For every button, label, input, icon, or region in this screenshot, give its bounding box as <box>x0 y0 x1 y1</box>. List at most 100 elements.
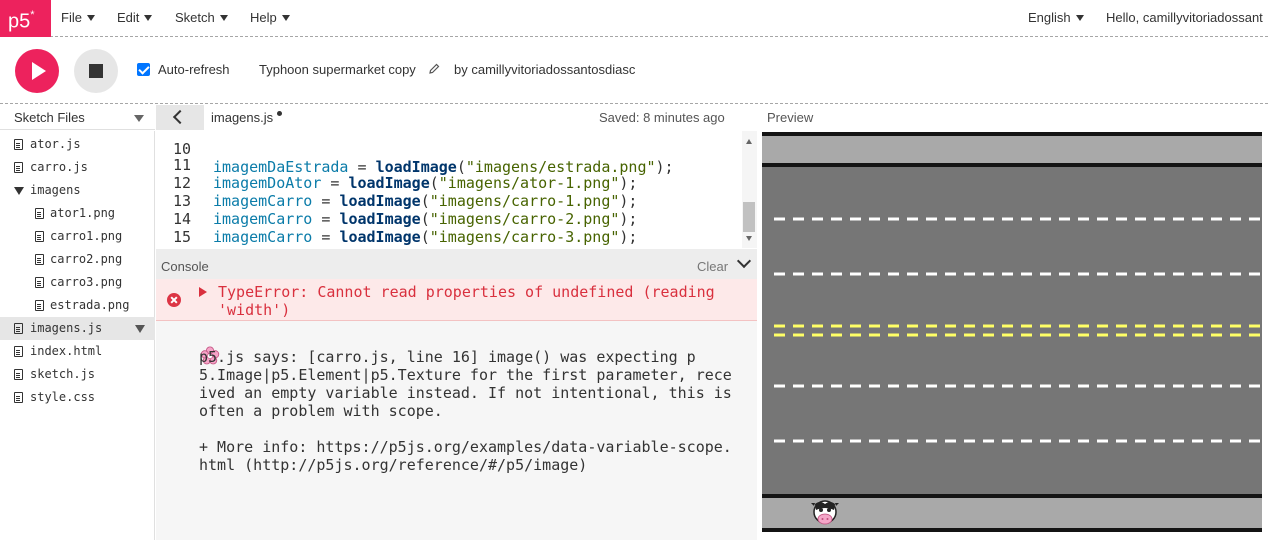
file-item-carro3-png[interactable]: carro3.png <box>0 271 155 294</box>
lane-dash <box>812 217 823 221</box>
collapse-sidebar-button[interactable] <box>156 105 204 130</box>
lane-dash <box>964 333 975 337</box>
stop-button[interactable] <box>74 49 118 93</box>
file-item-estrada-png[interactable]: estrada.png <box>0 294 155 317</box>
lane-dash <box>888 217 899 221</box>
file-item-ator-js[interactable]: ator.js <box>0 133 155 156</box>
bottom-sidewalk <box>762 496 1262 532</box>
file-label: ator1.png <box>50 206 116 220</box>
menu-file[interactable]: File <box>61 0 95 36</box>
auto-refresh-label[interactable]: Auto-refresh <box>158 62 230 77</box>
lane-dash <box>1059 333 1070 337</box>
lane-dash <box>1078 217 1089 221</box>
console-clear-button[interactable]: Clear <box>697 259 728 274</box>
lane-dash <box>1059 324 1070 328</box>
lane-dash <box>888 324 899 328</box>
code-line[interactable]: 16 } <box>156 228 746 249</box>
menu-help[interactable]: Help <box>250 0 290 36</box>
lane-dash <box>812 272 823 276</box>
p5-logo[interactable]: p5* <box>0 0 51 37</box>
lane-dash <box>1002 384 1013 388</box>
file-options-triangle-icon[interactable] <box>135 325 145 333</box>
sketch-files-header[interactable]: Sketch Files <box>0 105 155 130</box>
error-icon <box>167 293 181 307</box>
file-item-style-css[interactable]: style.css <box>0 386 155 409</box>
pencil-icon[interactable] <box>428 63 440 75</box>
editor-scrollbar[interactable] <box>742 131 757 248</box>
code-line[interactable]: 13 imagemCarro = loadImage("imagens/carr… <box>156 174 746 228</box>
lane-dash <box>1230 272 1241 276</box>
file-icon <box>35 231 44 242</box>
file-item-carro1-png[interactable]: carro1.png <box>0 225 155 248</box>
scroll-up-arrow-icon[interactable] <box>746 139 752 144</box>
folder-label: imagens <box>30 183 81 197</box>
console-friendly-error: p5.js says: [carro.js, line 16] image() … <box>199 348 732 474</box>
code-line[interactable]: 15 <box>156 210 746 246</box>
lane-dash <box>1230 384 1241 388</box>
language-menu[interactable]: English <box>1028 0 1084 36</box>
language-label: English <box>1028 10 1071 25</box>
play-button[interactable] <box>15 49 59 93</box>
preview-canvas[interactable] <box>762 132 1262 532</box>
menu-edit[interactable]: Edit <box>117 0 153 36</box>
file-icon <box>14 323 23 334</box>
file-item-sketch-js[interactable]: sketch.js <box>0 363 155 386</box>
lane-dash <box>850 333 861 337</box>
scroll-down-arrow-icon[interactable] <box>746 236 752 241</box>
lane-dash <box>1192 439 1203 443</box>
sketch-author[interactable]: by camillyvitoriadossantosdiasc <box>454 62 635 77</box>
top-sidewalk <box>762 132 1262 166</box>
lane-dash <box>1211 384 1222 388</box>
lane-dash <box>831 384 842 388</box>
lane-dash <box>1135 439 1146 443</box>
lane-dash <box>964 324 975 328</box>
lane-dash <box>831 324 842 328</box>
lane-dash <box>774 439 785 443</box>
folder-item-imagens[interactable]: imagens <box>0 179 155 202</box>
lane-dash <box>1078 333 1089 337</box>
lane-dash <box>1192 324 1203 328</box>
lane-dash <box>1116 384 1127 388</box>
lane-dash <box>1078 439 1089 443</box>
lane-dash <box>1021 333 1032 337</box>
lane-dash <box>1154 384 1165 388</box>
toolbar: Auto-refresh Typhoon supermarket copy by… <box>0 37 1268 104</box>
file-icon <box>14 162 23 173</box>
lane-dash <box>1154 217 1165 221</box>
lane-dash <box>1173 384 1184 388</box>
code-line[interactable]: 14 imagemCarro = loadImage("imagens/carr… <box>156 192 746 246</box>
menu-edit-label: Edit <box>117 10 140 25</box>
file-item-carro2-png[interactable]: carro2.png <box>0 248 155 271</box>
file-label: style.css <box>30 390 96 404</box>
code-line[interactable]: 11 imagemDoAtor = loadImage("imagens/ato… <box>156 138 746 192</box>
triangle-down-icon[interactable] <box>134 115 144 122</box>
file-label: carro2.png <box>50 252 123 266</box>
expand-triangle-icon[interactable] <box>199 287 207 297</box>
file-item-imagens-js[interactable]: imagens.js <box>0 317 155 340</box>
menu-sketch[interactable]: Sketch <box>175 0 228 36</box>
file-item-carro-js[interactable]: carro.js <box>0 156 155 179</box>
lane-dash <box>983 217 994 221</box>
lane-dash <box>945 384 956 388</box>
lane-dash <box>1211 439 1222 443</box>
lane-dash <box>1059 217 1070 221</box>
scroll-thumb[interactable] <box>743 202 755 232</box>
lane-dash <box>1173 272 1184 276</box>
code-line[interactable]: 12 imagemCarro = loadImage("imagens/carr… <box>156 156 746 210</box>
lane-dash <box>1173 324 1184 328</box>
lane-dash <box>1040 439 1051 443</box>
folder-open-triangle-icon[interactable] <box>14 187 24 195</box>
file-item-index-html[interactable]: index.html <box>0 340 155 363</box>
file-item-ator1-png[interactable]: ator1.png <box>0 202 155 225</box>
auto-refresh-checkbox[interactable] <box>137 63 150 76</box>
lane-dash <box>888 272 899 276</box>
bottom-road-edge-line <box>762 494 1262 498</box>
sketch-name[interactable]: Typhoon supermarket copy <box>259 62 416 77</box>
lane-dash <box>1116 272 1127 276</box>
chevron-down-icon[interactable] <box>736 253 752 269</box>
lane-dash <box>1040 272 1051 276</box>
file-icon <box>35 300 44 311</box>
code-editor[interactable]: 10 imagemDaEstrada = loadImage("imagens/… <box>156 131 757 249</box>
user-menu[interactable]: Hello, camillyvitoriadossant <box>1106 0 1268 36</box>
lane-dash <box>793 324 804 328</box>
